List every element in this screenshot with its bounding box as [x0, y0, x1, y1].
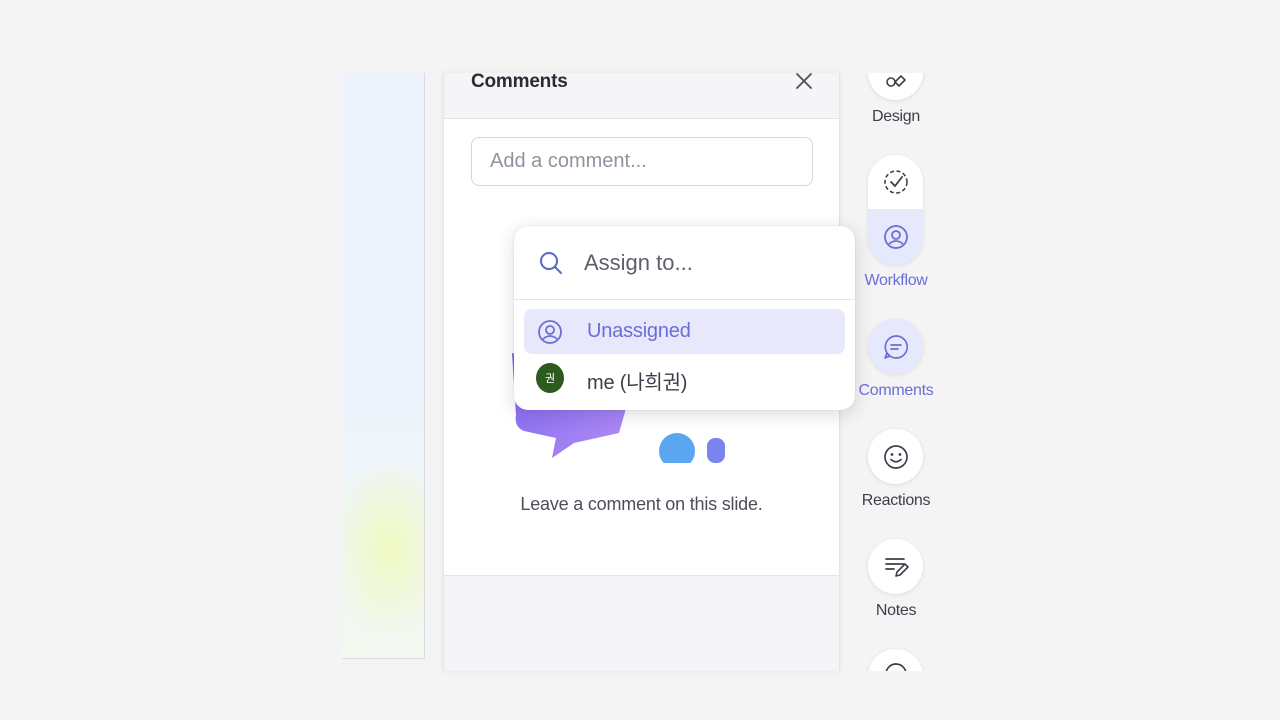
assign-option-label: Unassigned: [587, 320, 691, 342]
workflow-status-button[interactable]: [868, 155, 923, 209]
assign-option-unassigned[interactable]: Unassigned: [524, 309, 845, 354]
empty-state-message: Leave a comment on this slide.: [520, 494, 763, 514]
workflow-assign-button[interactable]: [868, 209, 923, 265]
user-circle-icon: [536, 318, 564, 346]
assign-option-label: me (나희권): [587, 372, 688, 394]
panel-title: Comments: [471, 71, 568, 92]
assign-option-me[interactable]: 권 me (나희권): [524, 355, 845, 400]
assign-search-input[interactable]: [584, 246, 834, 280]
rail-clip-bottom: [848, 671, 944, 720]
close-button[interactable]: [793, 70, 815, 92]
avatar: 권: [536, 363, 564, 393]
workflow-icon: [883, 225, 908, 249]
comments-label: Comments: [858, 382, 934, 399]
design-label: Design: [871, 108, 920, 125]
slide-preview[interactable]: [342, 73, 425, 659]
workflow-label: Workflow: [864, 272, 928, 289]
notes-button[interactable]: [868, 539, 923, 594]
notes-icon: [884, 557, 909, 577]
check-circle-icon: [883, 170, 908, 194]
reactions-label: Reactions: [861, 492, 931, 509]
notes-label: Notes: [875, 602, 917, 619]
comment-input[interactable]: [471, 137, 813, 186]
panel-footer: [444, 575, 839, 671]
close-icon: [796, 73, 812, 89]
avatar-initial: 권: [536, 363, 564, 393]
workflow-button[interactable]: [868, 155, 923, 265]
tool-rail: Design Workflow Comments Reactions Notes: [848, 45, 944, 704]
assign-search: [514, 226, 855, 300]
smiley-icon: [883, 444, 908, 469]
rail-clip-top: [848, 0, 944, 73]
panel-header: Comments: [444, 70, 839, 119]
reactions-button[interactable]: [868, 429, 923, 484]
comment-icon: [883, 334, 908, 359]
comments-button[interactable]: [868, 319, 923, 374]
search-icon: [540, 252, 562, 274]
assign-dropdown: Unassigned 권 me (나희권): [514, 226, 855, 410]
